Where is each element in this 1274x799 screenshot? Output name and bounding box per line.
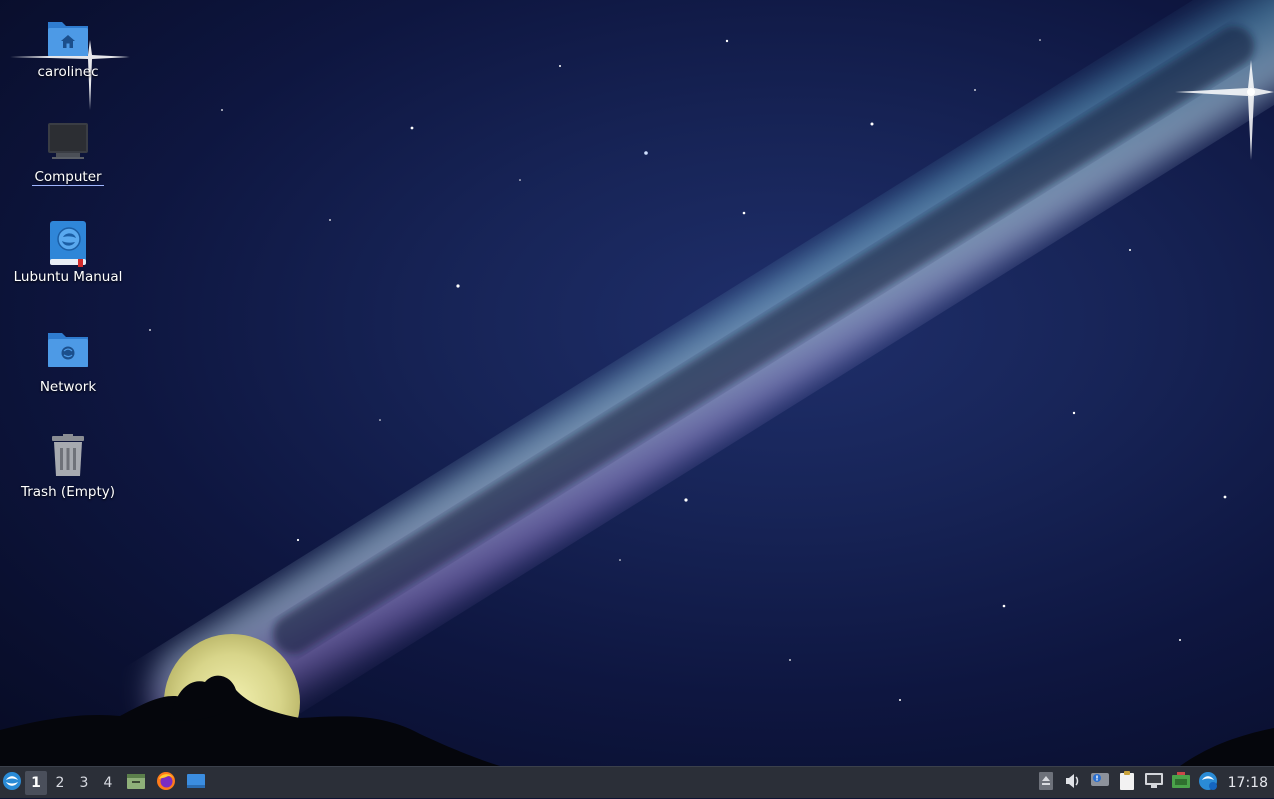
clock[interactable]: 17:18 xyxy=(1228,775,1268,791)
trash-icon xyxy=(44,434,92,482)
network-button[interactable] xyxy=(1142,767,1166,799)
desktop-icon-trash[interactable]: Trash (Empty) xyxy=(8,434,128,530)
desktop-icon-label: Network xyxy=(39,379,97,395)
workspace-1-button[interactable]: 1 xyxy=(25,770,47,795)
taskbar: 1 2 3 4 17:18 xyxy=(0,766,1274,798)
file-manager-icon xyxy=(126,771,146,795)
volume-icon xyxy=(1064,772,1082,794)
notification-icon xyxy=(1090,772,1110,794)
battery-button[interactable] xyxy=(1169,767,1193,799)
notification-button[interactable] xyxy=(1088,767,1112,799)
update-notifier-button[interactable] xyxy=(1196,767,1220,799)
battery-icon xyxy=(1171,771,1191,795)
desktop-icon-computer[interactable]: Computer xyxy=(8,119,128,215)
volume-button[interactable] xyxy=(1061,767,1085,799)
show-desktop-launcher[interactable] xyxy=(183,767,209,799)
system-tray: 17:18 xyxy=(1031,767,1274,799)
firefox-launcher[interactable] xyxy=(153,767,179,799)
firefox-icon xyxy=(156,771,176,795)
wallpaper-art xyxy=(0,0,1274,766)
desktop-icon-label: Lubuntu Manual xyxy=(13,269,123,285)
workspace-2-button[interactable]: 2 xyxy=(49,771,71,795)
home-folder-icon xyxy=(44,14,92,62)
show-desktop-icon xyxy=(186,771,206,795)
network-folder-icon xyxy=(44,329,92,377)
workspace-4-button[interactable]: 4 xyxy=(97,771,119,795)
clipboard-button[interactable] xyxy=(1115,767,1139,799)
lubuntu-logo-icon xyxy=(2,771,22,795)
eject-button[interactable] xyxy=(1034,767,1058,799)
eject-icon xyxy=(1038,771,1054,795)
desktop-icon-network[interactable]: Network xyxy=(8,329,128,425)
file-manager-launcher[interactable] xyxy=(123,767,149,799)
manual-book-icon xyxy=(44,219,92,267)
computer-icon xyxy=(44,119,92,167)
desktop-icon-label: carolinec xyxy=(37,64,99,80)
clipboard-icon xyxy=(1118,771,1136,795)
start-menu-button[interactable] xyxy=(1,767,23,799)
desktop-icon-label: Trash (Empty) xyxy=(20,484,116,500)
desktop-wallpaper xyxy=(0,0,1274,766)
desktop-icon-label: Computer xyxy=(32,169,104,186)
workspace-3-button[interactable]: 3 xyxy=(73,771,95,795)
network-icon xyxy=(1144,772,1164,794)
desktop-icon-manual[interactable]: Lubuntu Manual xyxy=(8,219,128,315)
update-notifier-icon xyxy=(1198,771,1218,795)
desktop-icon-home[interactable]: carolinec xyxy=(8,14,128,110)
